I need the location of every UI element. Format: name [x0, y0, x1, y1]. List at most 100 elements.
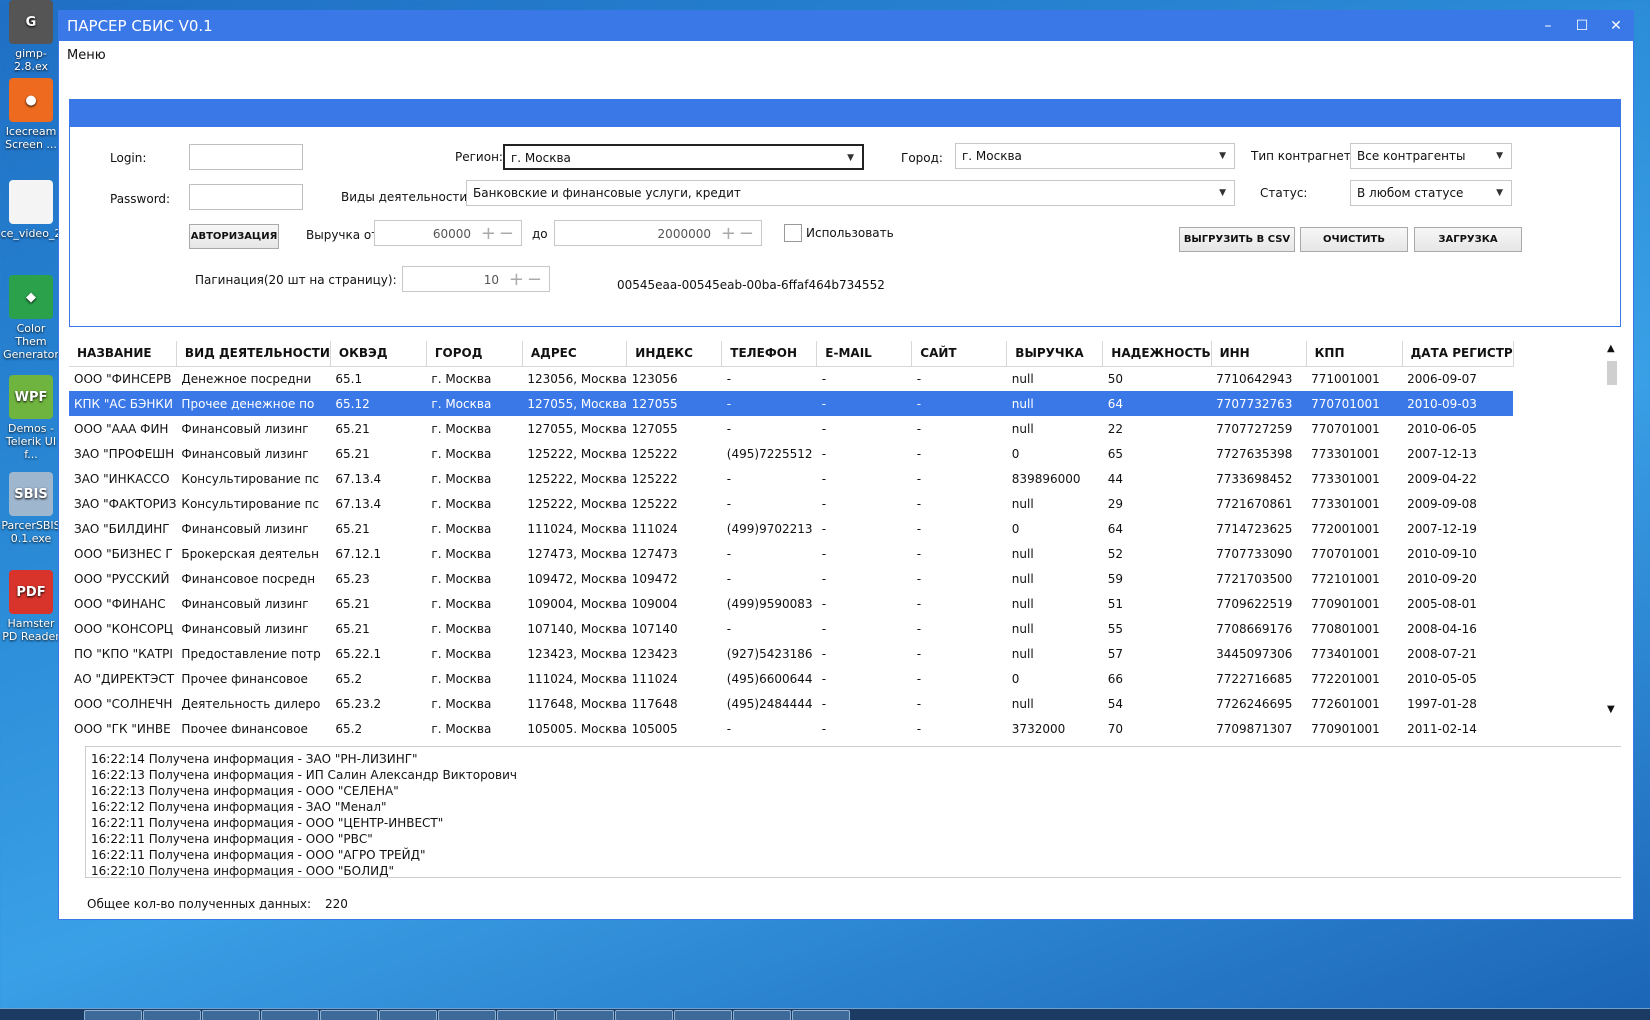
scroll-up-icon[interactable]: ▲	[1607, 343, 1615, 354]
column-header[interactable]: КПП	[1306, 341, 1403, 367]
table-cell: г. Москва	[431, 596, 492, 611]
close-button[interactable]: ✕	[1599, 18, 1633, 34]
table-cell: (927)5423186	[726, 646, 813, 661]
desktop-icon[interactable]: PDF Hamster PD Reader	[0, 570, 62, 643]
desktop-icon[interactable]: ◆ Color Them Generator	[0, 275, 62, 361]
table-row[interactable]: ООО "ФИНСЕРВ Денежное посредни 65.1 г. Моск…	[69, 366, 1513, 391]
table-cell: -	[916, 496, 922, 511]
table-cell: г. Москва	[426, 391, 523, 416]
column-header[interactable]: НАДЕЖНОСТЬ	[1102, 341, 1212, 367]
table-cell: 109472	[631, 571, 678, 586]
column-header[interactable]: ТЕЛЕФОН	[721, 341, 818, 367]
taskbar-button[interactable]	[733, 1010, 791, 1020]
desktop-icon-label: Hamster PD Reader	[2, 617, 60, 643]
plus-minus-icon[interactable]: +−	[721, 223, 757, 244]
taskbar-button[interactable]	[320, 1010, 378, 1020]
table-row[interactable]: ООО "ГК "ИНВЕ Прочее финансовое 65.2 г. Мос…	[69, 716, 1513, 734]
table-cell: Консультирование пс	[181, 471, 320, 486]
table-row[interactable]: ООО "ФИНАНС Финансовый лизинг 65.21 г. Моск…	[69, 591, 1513, 616]
login-label: Login:	[110, 151, 147, 165]
taskbar-button[interactable]	[261, 1010, 319, 1020]
maximize-button[interactable]: ☐	[1565, 18, 1599, 34]
table-row[interactable]: ЗАО "ФАКТОРИЗ Консультирование пс 67.13.4 г…	[69, 491, 1513, 516]
taskbar-button[interactable]	[438, 1010, 496, 1020]
type-select[interactable]: Все контрагенты ▼	[1350, 143, 1512, 169]
desktop-icon[interactable]: ce_video_2	[0, 180, 62, 240]
table-row[interactable]: ЗАО "ИНКАССО Консультирование пс 67.13.4 г.…	[69, 466, 1513, 491]
table-cell: 67.13.4	[335, 496, 382, 511]
column-header[interactable]: ДАТА РЕГИСТР	[1402, 341, 1514, 367]
table-cell: 127055, Москва	[522, 391, 627, 416]
desktop-icon[interactable]: WPF Demos - Telerik UI f...	[0, 375, 62, 461]
taskbar-button[interactable]	[497, 1010, 555, 1020]
taskbar-button[interactable]	[674, 1010, 732, 1020]
region-select[interactable]: г. Москва ▼	[503, 144, 864, 170]
table-row[interactable]: ООО "ААА ФИН Финансовый лизинг 65.21 г. Мос…	[69, 416, 1513, 441]
column-header[interactable]: ВЫРУЧКА	[1006, 341, 1104, 367]
column-header[interactable]: ИНДЕКС	[626, 341, 723, 367]
table-cell: ООО "КОНСОРЦ	[74, 621, 174, 636]
table-cell: (495)2484444	[726, 696, 813, 711]
table-cell: 772601001	[1311, 696, 1380, 711]
column-header[interactable]: АДРЕС	[522, 341, 628, 367]
taskbar-button[interactable]	[792, 1010, 850, 1020]
column-header[interactable]: САЙТ	[911, 341, 1008, 367]
table-cell: г. Москва	[431, 571, 492, 586]
table-row[interactable]: ООО "РУССКИЙ Финансовое посредн 65.23 г. Мо…	[69, 566, 1513, 591]
taskbar-button[interactable]	[556, 1010, 614, 1020]
plus-minus-icon[interactable]: +−	[481, 223, 517, 244]
table-row[interactable]: ПО "КПО "КАТРІ Предоставление потр 65.22.1…	[69, 641, 1513, 666]
password-input[interactable]	[189, 184, 303, 210]
city-select[interactable]: г. Москва ▼	[955, 143, 1235, 169]
revenue-from-stepper[interactable]: 60000 +−	[374, 220, 522, 246]
taskbar-button[interactable]	[202, 1010, 260, 1020]
scroll-thumb[interactable]	[1607, 361, 1617, 385]
taskbar-button[interactable]	[379, 1010, 437, 1020]
export-csv-button[interactable]: ВЫГРУЗИТЬ В CSV	[1179, 227, 1295, 252]
load-button[interactable]: ЗАГРУЗКА	[1414, 227, 1522, 252]
table-cell: 771001001	[1311, 371, 1380, 386]
table-row[interactable]: ООО "СОЛНЕЧН Деятельность дилеро 65.23.2 г.…	[69, 691, 1513, 716]
table-row[interactable]: ЗАО "ПРОФЕШН Финансовый лизинг 65.21 г. Мос…	[69, 441, 1513, 466]
column-header[interactable]: НАЗВАНИЕ	[69, 341, 177, 367]
login-input[interactable]	[189, 144, 303, 170]
table-row[interactable]: ООО "БИЗНЕС Г Брокерская деятельн 67.12.1 г…	[69, 541, 1513, 566]
scroll-down-icon[interactable]: ▼	[1607, 704, 1615, 715]
pagination-stepper[interactable]: 10 +−	[402, 266, 550, 292]
city-label: Город:	[901, 151, 943, 165]
taskbar-button[interactable]	[84, 1010, 142, 1020]
vertical-scrollbar[interactable]: ▲ ▼	[1603, 341, 1621, 733]
table-cell: 3445097306	[1216, 646, 1293, 661]
pagination-value: 10	[483, 273, 499, 287]
column-header[interactable]: ВИД ДЕЯТЕЛЬНОСТИ	[176, 341, 331, 367]
log-line: 16:22:11 Получена информация - ООО "АГРО…	[91, 848, 426, 862]
desktop-icon[interactable]: SBIS ParcerSBIS 0.1.exe	[0, 472, 62, 545]
table-cell: -	[726, 471, 732, 486]
status-select[interactable]: В любом статусе ▼	[1350, 180, 1512, 206]
auth-button[interactable]: АВТОРИЗАЦИЯ	[189, 224, 279, 249]
table-row[interactable]: ЗАО "БИЛДИНГ Финансовый лизинг 65.21 г. Мос…	[69, 516, 1513, 541]
minimize-button[interactable]: –	[1531, 18, 1565, 34]
revenue-to-stepper[interactable]: 2000000 +−	[554, 220, 762, 246]
log-box[interactable]: 16:22:14 Получена информация - ЗАО "РН-Л…	[85, 746, 1621, 878]
activity-select[interactable]: Банковские и финансовые услуги, кредит ▼	[466, 180, 1235, 206]
clear-button[interactable]: ОЧИСТИТЬ	[1300, 227, 1408, 252]
taskbar-button[interactable]	[615, 1010, 673, 1020]
desktop-icon[interactable]: ● Icecream Screen ...	[0, 78, 62, 151]
column-header[interactable]: ИНН	[1211, 341, 1307, 367]
table-row[interactable]: КПК "АС БЭНКИ Прочее денежное по 65.12 г. М…	[69, 391, 1514, 416]
table-cell: 125222, Москва	[527, 446, 627, 461]
menu-item[interactable]: Меню	[67, 48, 106, 63]
app-icon: G	[9, 0, 53, 44]
column-header[interactable]: ОКВЭД	[330, 341, 427, 367]
table-row[interactable]: АО "ДИРЕКТЭСТ Прочее финансовое 65.2 г. Мос…	[69, 666, 1513, 691]
taskbar-button[interactable]	[143, 1010, 201, 1020]
use-checkbox[interactable]	[784, 224, 802, 242]
app-icon: SBIS	[9, 472, 53, 516]
column-header[interactable]: ГОРОД	[426, 341, 523, 367]
plus-minus-icon[interactable]: +−	[509, 269, 545, 290]
desktop-icon[interactable]: Ggimp-2.8.ex	[0, 0, 62, 73]
table-row[interactable]: ООО "КОНСОРЦ Финансовый лизинг 65.21 г. Мос…	[69, 616, 1513, 641]
table-cell: 7707732763	[1211, 391, 1307, 416]
column-header[interactable]: E-MAIL	[816, 341, 913, 367]
